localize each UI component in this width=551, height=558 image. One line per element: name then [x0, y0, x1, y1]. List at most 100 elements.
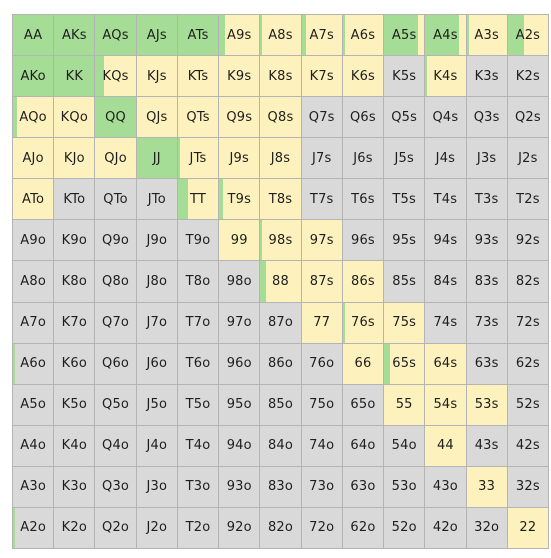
hand-cell-62o[interactable]: 62o: [342, 507, 385, 549]
hand-cell-k9s[interactable]: K9s: [219, 56, 261, 98]
hand-cell-j8s[interactable]: J8s: [260, 138, 302, 180]
hand-cell-q8o[interactable]: Q8o: [95, 261, 137, 303]
hand-cell-85s[interactable]: 85s: [384, 261, 426, 303]
hand-cell-kqs[interactable]: KQs: [95, 56, 137, 98]
hand-cell-52s[interactable]: 52s: [507, 384, 549, 426]
hand-cell-77[interactable]: 77: [301, 302, 343, 344]
hand-cell-k5o[interactable]: K5o: [54, 384, 96, 426]
hand-cell-a7s[interactable]: A7s: [301, 15, 343, 57]
hand-cell-66[interactable]: 66: [342, 343, 385, 385]
hand-cell-ato[interactable]: ATo: [13, 179, 55, 221]
hand-cell-87o[interactable]: 87o: [260, 302, 302, 344]
hand-cell-k4o[interactable]: K4o: [54, 425, 96, 467]
hand-cell-ako[interactable]: AKo: [13, 56, 55, 98]
hand-cell-42s[interactable]: 42s: [507, 425, 549, 467]
hand-cell-82o[interactable]: 82o: [260, 507, 302, 549]
hand-cell-j6o[interactable]: J6o: [136, 343, 178, 385]
hand-cell-kk[interactable]: KK: [54, 56, 96, 98]
hand-cell-96s[interactable]: 96s: [342, 220, 385, 262]
hand-cell-94s[interactable]: 94s: [425, 220, 467, 262]
hand-cell-93o[interactable]: 93o: [219, 466, 261, 508]
hand-cell-86o[interactable]: 86o: [260, 343, 302, 385]
hand-cell-a6s[interactable]: A6s: [342, 15, 385, 57]
hand-cell-63o[interactable]: 63o: [342, 466, 385, 508]
hand-cell-jto[interactable]: JTo: [136, 179, 178, 221]
hand-cell-j7o[interactable]: J7o: [136, 302, 178, 344]
hand-cell-q7s[interactable]: Q7s: [301, 97, 343, 139]
hand-cell-65o[interactable]: 65o: [342, 384, 385, 426]
hand-cell-32o[interactable]: 32o: [466, 507, 508, 549]
hand-cell-a5o[interactable]: A5o: [13, 384, 55, 426]
hand-cell-64o[interactable]: 64o: [342, 425, 385, 467]
hand-cell-q6o[interactable]: Q6o: [95, 343, 137, 385]
hand-cell-qts[interactable]: QTs: [177, 97, 220, 139]
hand-cell-75s[interactable]: 75s: [384, 302, 426, 344]
hand-cell-55[interactable]: 55: [384, 384, 426, 426]
hand-cell-99[interactable]: 99: [219, 220, 261, 262]
hand-cell-q2o[interactable]: Q2o: [95, 507, 137, 549]
hand-cell-k4s[interactable]: K4s: [425, 56, 467, 98]
hand-cell-75o[interactable]: 75o: [301, 384, 343, 426]
hand-cell-84s[interactable]: 84s: [425, 261, 467, 303]
hand-cell-ajs[interactable]: AJs: [136, 15, 178, 57]
hand-cell-q5s[interactable]: Q5s: [384, 97, 426, 139]
hand-cell-t7s[interactable]: T7s: [301, 179, 343, 221]
hand-cell-92s[interactable]: 92s: [507, 220, 549, 262]
hand-cell-94o[interactable]: 94o: [219, 425, 261, 467]
hand-cell-74s[interactable]: 74s: [425, 302, 467, 344]
hand-cell-72s[interactable]: 72s: [507, 302, 549, 344]
hand-cell-j2s[interactable]: J2s: [507, 138, 549, 180]
hand-cell-a2o[interactable]: A2o: [13, 507, 55, 549]
hand-cell-32s[interactable]: 32s: [507, 466, 549, 508]
hand-cell-q7o[interactable]: Q7o: [95, 302, 137, 344]
hand-cell-54o[interactable]: 54o: [384, 425, 426, 467]
hand-cell-88[interactable]: 88: [260, 261, 302, 303]
hand-cell-ats[interactable]: ATs: [177, 15, 220, 57]
hand-cell-44[interactable]: 44: [425, 425, 467, 467]
hand-cell-aqs[interactable]: AQs: [95, 15, 137, 57]
hand-cell-93s[interactable]: 93s: [466, 220, 508, 262]
hand-cell-j5o[interactable]: J5o: [136, 384, 178, 426]
hand-cell-q6s[interactable]: Q6s: [342, 97, 385, 139]
hand-cell-43s[interactable]: 43s: [466, 425, 508, 467]
hand-cell-k8o[interactable]: K8o: [54, 261, 96, 303]
hand-cell-54s[interactable]: 54s: [425, 384, 467, 426]
hand-cell-a8o[interactable]: A8o: [13, 261, 55, 303]
hand-cell-65s[interactable]: 65s: [384, 343, 426, 385]
hand-cell-a9o[interactable]: A9o: [13, 220, 55, 262]
hand-cell-52o[interactable]: 52o: [384, 507, 426, 549]
hand-cell-86s[interactable]: 86s: [342, 261, 385, 303]
hand-cell-qto[interactable]: QTo: [95, 179, 137, 221]
hand-cell-t6s[interactable]: T6s: [342, 179, 385, 221]
hand-cell-t4o[interactable]: T4o: [177, 425, 220, 467]
hand-cell-a8s[interactable]: A8s: [260, 15, 302, 57]
hand-cell-k6o[interactable]: K6o: [54, 343, 96, 385]
hand-cell-q9o[interactable]: Q9o: [95, 220, 137, 262]
hand-cell-k8s[interactable]: K8s: [260, 56, 302, 98]
hand-cell-a5s[interactable]: A5s: [384, 15, 426, 57]
hand-cell-j9o[interactable]: J9o: [136, 220, 178, 262]
hand-cell-k3o[interactable]: K3o: [54, 466, 96, 508]
hand-cell-53s[interactable]: 53s: [466, 384, 508, 426]
hand-cell-a4o[interactable]: A4o: [13, 425, 55, 467]
hand-cell-a6o[interactable]: A6o: [13, 343, 55, 385]
hand-cell-k2s[interactable]: K2s: [507, 56, 549, 98]
hand-cell-jts[interactable]: JTs: [177, 138, 220, 180]
hand-cell-q4s[interactable]: Q4s: [425, 97, 467, 139]
hand-cell-a3s[interactable]: A3s: [466, 15, 508, 57]
hand-cell-j2o[interactable]: J2o: [136, 507, 178, 549]
hand-cell-43o[interactable]: 43o: [425, 466, 467, 508]
hand-cell-tt[interactable]: TT: [177, 179, 220, 221]
hand-cell-t8s[interactable]: T8s: [260, 179, 302, 221]
hand-cell-63s[interactable]: 63s: [466, 343, 508, 385]
hand-cell-j3s[interactable]: J3s: [466, 138, 508, 180]
hand-cell-t7o[interactable]: T7o: [177, 302, 220, 344]
hand-cell-qq[interactable]: QQ: [95, 97, 137, 139]
hand-cell-kts[interactable]: KTs: [177, 56, 220, 98]
hand-cell-73s[interactable]: 73s: [466, 302, 508, 344]
hand-cell-aks[interactable]: AKs: [54, 15, 96, 57]
hand-cell-72o[interactable]: 72o: [301, 507, 343, 549]
hand-cell-qjs[interactable]: QJs: [136, 97, 178, 139]
hand-cell-74o[interactable]: 74o: [301, 425, 343, 467]
hand-cell-84o[interactable]: 84o: [260, 425, 302, 467]
